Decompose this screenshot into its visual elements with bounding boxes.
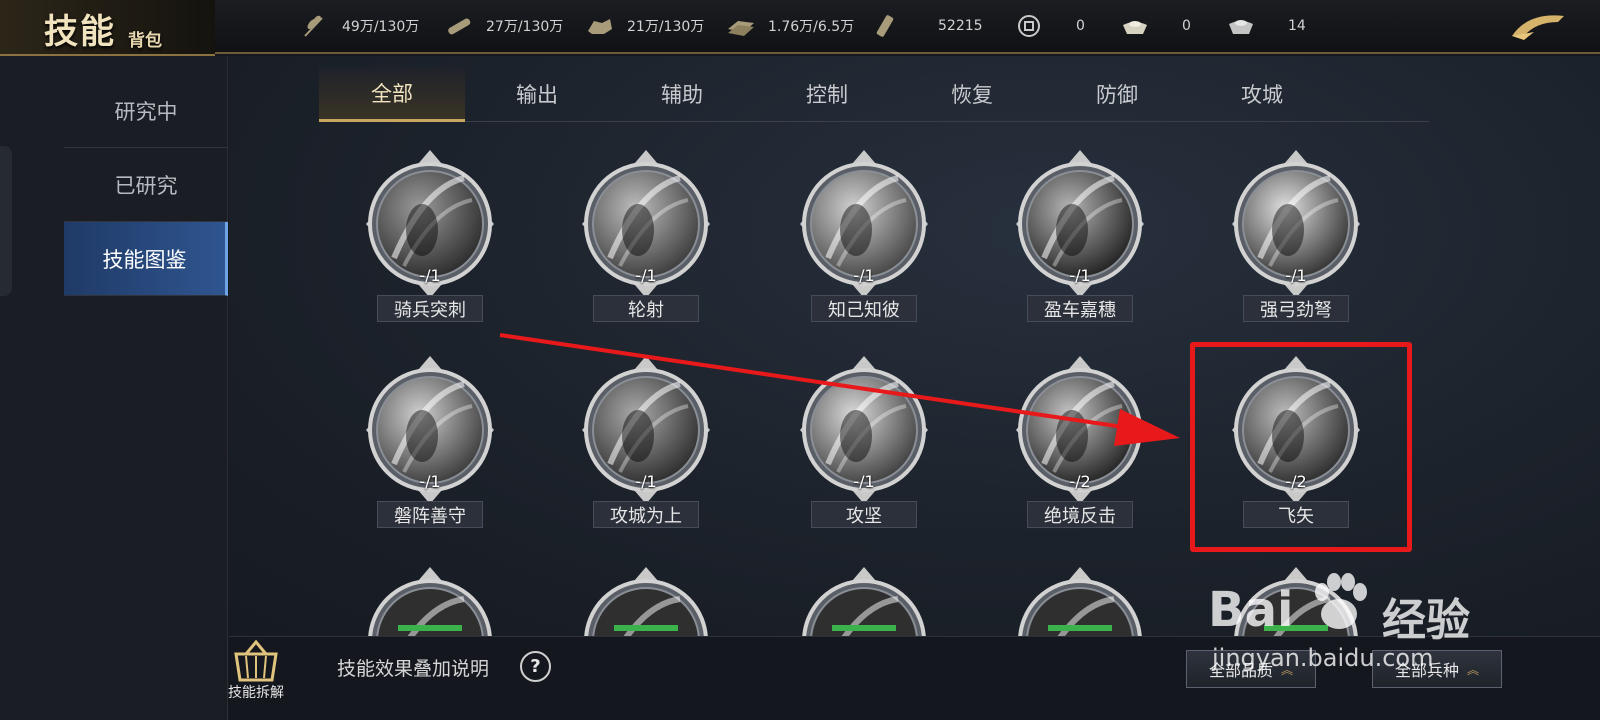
- resource-value: 14: [1288, 18, 1306, 34]
- skill-count: -/1: [853, 266, 875, 285]
- skill-name: 绝境反击: [1027, 501, 1133, 528]
- skill-count: -/1: [1069, 266, 1091, 285]
- skill-card-partial[interactable]: [798, 565, 930, 636]
- nav-item-skill-codex[interactable]: 技能图鉴: [64, 222, 228, 296]
- iron-icon: [726, 14, 756, 38]
- resource-decree: 52215: [870, 12, 983, 40]
- left-navigation: 研究中 已研究 技能图鉴: [0, 56, 228, 720]
- skill-medal-icon: [1234, 567, 1358, 636]
- skill-card[interactable]: -/2 绝境反击: [1000, 354, 1160, 544]
- skill-medal-icon: [584, 567, 708, 636]
- tab-heal[interactable]: 恢复: [899, 66, 1045, 122]
- dismantle-label: 技能拆解: [228, 685, 284, 701]
- help-button[interactable]: ?: [520, 651, 551, 682]
- basket-icon: [234, 639, 278, 682]
- quality-filter-button[interactable]: 全部品质 ︽: [1186, 650, 1316, 688]
- resource-value: 1.76万/6.5万: [768, 19, 855, 35]
- skill-card-partial[interactable]: [364, 565, 496, 636]
- silver-ingot-icon: [1226, 14, 1256, 38]
- skill-medal-icon: [802, 567, 926, 636]
- title-main: 技能: [44, 12, 116, 52]
- skill-card[interactable]: -/1 攻城为上: [566, 354, 726, 544]
- tab-siege[interactable]: 攻城: [1189, 66, 1335, 122]
- wood-icon: [444, 14, 474, 38]
- tab-damage[interactable]: 输出: [464, 66, 610, 122]
- resource-value: 52215: [938, 18, 983, 34]
- skill-card[interactable]: -/1 强弓劲弩: [1216, 148, 1376, 338]
- troop-filter-button[interactable]: 全部兵种 ︽: [1372, 650, 1502, 688]
- back-button[interactable]: [1508, 10, 1572, 44]
- skill-medal-icon: [368, 567, 492, 636]
- tab-defense[interactable]: 防御: [1044, 66, 1190, 122]
- resource-value: 49万/130万: [342, 19, 420, 35]
- skill-count: -/1: [635, 266, 657, 285]
- skill-count: -/2: [1069, 472, 1091, 491]
- chevron-up-icon: ︽: [1281, 662, 1294, 677]
- highlight-box: [1190, 342, 1412, 552]
- effect-stacking-label: 技能效果叠加说明: [337, 658, 490, 680]
- category-tabs: 全部 输出 辅助 控制 恢复 防御 攻城: [319, 66, 1429, 122]
- side-drawer-handle[interactable]: [0, 146, 12, 296]
- tab-support[interactable]: 辅助: [609, 66, 755, 122]
- resource-stone: 21万/130万: [585, 12, 704, 40]
- skill-card[interactable]: -/1 磐阵善守: [350, 354, 510, 544]
- skill-name: 轮射: [593, 295, 699, 322]
- skill-card[interactable]: -/1 知己知彼: [784, 148, 944, 338]
- troop-filter-label: 全部兵种: [1394, 661, 1459, 680]
- skill-card-partial[interactable]: [580, 565, 712, 636]
- back-arrow-icon: [1512, 15, 1564, 40]
- skill-name: 攻坚: [811, 501, 917, 528]
- resource-silver: 14: [1226, 12, 1306, 40]
- tab-control[interactable]: 控制: [754, 66, 900, 122]
- resource-value: 0: [1076, 18, 1085, 34]
- resource-value: 21万/130万: [627, 19, 705, 35]
- skill-name: 攻城为上: [593, 501, 699, 528]
- skill-card[interactable]: -/1 盈车嘉穗: [1000, 148, 1160, 338]
- skill-name: 强弓劲弩: [1243, 295, 1349, 322]
- skill-name: 盈车嘉穗: [1027, 295, 1133, 322]
- gold-ingot-icon: [1120, 14, 1150, 38]
- skill-name: 骑兵突刺: [377, 295, 483, 322]
- skill-card-partial[interactable]: [1230, 565, 1362, 636]
- skill-dismantle-button[interactable]: 技能拆解: [222, 636, 290, 706]
- tab-all[interactable]: 全部: [319, 66, 465, 122]
- resource-wood: 27万/130万: [444, 12, 563, 40]
- resource-grain: 49万/130万: [300, 12, 419, 40]
- skill-card-partial[interactable]: [1014, 565, 1146, 636]
- resource-gold: 0: [1120, 12, 1191, 40]
- skill-count: -/1: [1285, 266, 1307, 285]
- title-sub: 背包: [128, 31, 162, 51]
- quality-filter-label: 全部品质: [1208, 661, 1273, 680]
- skill-medal-icon: [1018, 567, 1142, 636]
- skill-name: 磐阵善守: [377, 501, 483, 528]
- stone-icon: [585, 14, 615, 38]
- chevron-up-icon: ︽: [1467, 662, 1480, 677]
- copper-coin-icon: [1014, 14, 1044, 38]
- window-title: 技能 背包: [0, 0, 215, 56]
- skill-count: -/1: [635, 472, 657, 491]
- grain-icon: [300, 14, 330, 38]
- skill-card[interactable]: -/1 攻坚: [784, 354, 944, 544]
- skill-count: -/1: [419, 472, 441, 491]
- skill-card[interactable]: -/1 骑兵突刺: [350, 148, 510, 338]
- skill-name: 知己知彼: [811, 295, 917, 322]
- resource-iron: 1.76万/6.5万: [726, 12, 854, 40]
- nav-item-researching[interactable]: 研究中: [64, 74, 228, 148]
- decree-icon: [870, 14, 900, 38]
- nav-item-researched[interactable]: 已研究: [64, 148, 228, 222]
- top-resource-bar: 技能 背包 49万/130万 27万/130万 21万/130万 1.76万/6…: [0, 0, 1600, 56]
- resource-value: 0: [1182, 18, 1191, 34]
- resource-value: 27万/130万: [486, 19, 564, 35]
- skill-count: -/1: [853, 472, 875, 491]
- skill-count: -/1: [419, 266, 441, 285]
- skill-card[interactable]: -/1 轮射: [566, 148, 726, 338]
- resource-copper: 0: [1014, 12, 1085, 40]
